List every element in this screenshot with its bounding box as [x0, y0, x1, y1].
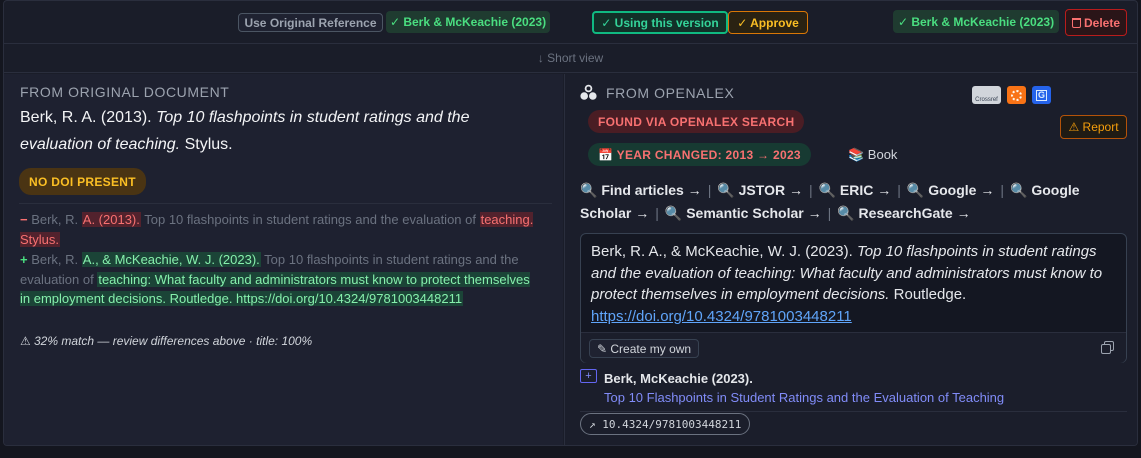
diff-text: Berk, R.: [27, 212, 82, 227]
original-section-title: FROM ORIGINAL DOCUMENT: [20, 84, 230, 100]
google-link[interactable]: 🔍 Google →: [907, 182, 994, 198]
trash-icon: [1071, 17, 1081, 28]
create-own-button[interactable]: ✎ Create my own: [589, 339, 700, 358]
diff-text: Berk, R.: [27, 252, 82, 267]
found-via-badge: FOUND VIA OPENALEX SEARCH: [588, 110, 805, 133]
divider: [19, 203, 552, 204]
link-separator: |: [707, 182, 712, 198]
use-original-button[interactable]: Use Original Reference: [238, 13, 383, 32]
report-button[interactable]: ⚠ Report: [1060, 115, 1127, 139]
reference-publisher: Routledge.: [889, 286, 967, 303]
version-chip-right[interactable]: ✓ Berk & McKeachie (2023): [893, 10, 1059, 33]
delete-label: Delete: [1083, 15, 1121, 30]
no-doi-badge: NO DOI PRESENT: [19, 168, 146, 195]
link-separator: |: [808, 182, 813, 198]
copy-icon[interactable]: [1101, 341, 1114, 354]
link-separator: |: [897, 182, 901, 198]
delete-button[interactable]: Delete: [1065, 9, 1127, 36]
openalex-source-icon[interactable]: [1007, 86, 1026, 104]
original-document-panel: FROM ORIGINAL DOCUMENT Berk, R. A. (2013…: [4, 74, 563, 445]
version-chip-left[interactable]: ✓ Berk & McKeachie (2023): [386, 11, 550, 33]
approve-button[interactable]: ✓ Approve: [728, 11, 808, 34]
diff-added-line: + Berk, R. A., & McKeachie, W. J. (2023)…: [20, 250, 540, 309]
openalex-dots-icon: [1011, 89, 1022, 101]
link-separator: |: [1000, 182, 1004, 198]
diff-removed-line: − Berk, R. A. (2013). Top 10 flashpoints…: [20, 210, 540, 249]
find-articles-link[interactable]: 🔍 Find articles →: [580, 182, 702, 198]
short-view-toggle[interactable]: ↓ Short view: [4, 43, 1137, 73]
original-citation-publisher: Stylus.: [180, 136, 233, 153]
reference-box-footer: ✎ Create my own: [581, 332, 1126, 363]
result-title-link[interactable]: Top 10 Flashpoints in Student Ratings an…: [604, 390, 1004, 405]
formatted-reference[interactable]: Berk, R. A., & McKeachie, W. J. (2023). …: [591, 241, 1121, 327]
diff-plus-marker: +: [20, 252, 28, 267]
using-version-button[interactable]: ✓ Using this version: [592, 11, 728, 34]
reference-toolbar: Use Original Reference ✓ Berk & McKeachi…: [4, 1, 1137, 43]
result-authors: Berk, McKeachie (2023).: [604, 371, 753, 386]
original-citation-author: Berk, R. A. (2013).: [20, 109, 157, 126]
doi-pill[interactable]: ↗ 10.4324/9781003448211: [580, 413, 751, 435]
crossref-source-icon[interactable]: Crossref: [972, 86, 1001, 104]
openalex-panel: FROM OPENALEX Crossref G ⚠ Report FOUND …: [564, 74, 1137, 445]
year-changed-badge: 📅 YEAR CHANGED: 2013 → 2023: [588, 143, 811, 166]
link-separator: |: [827, 205, 832, 221]
semantic-scholar-link[interactable]: 🔍 Semantic Scholar →: [665, 205, 822, 221]
reference-doi-link[interactable]: https://doi.org/10.4324/9781003448211: [591, 308, 852, 325]
reference-author: Berk, R. A., & McKeachie, W. J. (2023).: [591, 243, 857, 260]
openalex-logo-icon: [580, 84, 597, 100]
match-note: ⚠ 32% match — review differences above ·…: [20, 334, 313, 348]
diff-inserted-text: teaching: What faculty and administrator…: [20, 271, 530, 306]
diff-text: Top 10 flashpoints in student ratings an…: [140, 212, 480, 227]
crossref-label: Crossref: [975, 97, 998, 103]
jstor-link[interactable]: 🔍 JSTOR →: [717, 182, 803, 198]
diff-inserted-text: A., & McKeachie, W. J. (2023).: [81, 252, 261, 267]
reference-card: Use Original Reference ✓ Berk & McKeachi…: [3, 0, 1138, 446]
link-separator: |: [655, 205, 659, 221]
type-label: 📚 Book: [848, 147, 898, 162]
google-source-icon[interactable]: G: [1032, 86, 1051, 104]
eric-link[interactable]: 🔍 ERIC →: [819, 182, 892, 198]
diff-minus-marker: −: [20, 212, 28, 227]
diff-deleted-text: A. (2013).: [81, 212, 141, 227]
formatted-reference-box: Berk, R. A., & McKeachie, W. J. (2023). …: [580, 233, 1127, 363]
divider: [580, 411, 1127, 412]
add-result-icon[interactable]: +: [580, 369, 597, 383]
researchgate-link[interactable]: 🔍 ResearchGate →: [837, 205, 970, 221]
search-links: 🔍 Find articles → | 🔍 JSTOR → | 🔍 ERIC → | 🔍 G…: [580, 179, 1120, 225]
google-label: G: [1035, 89, 1047, 101]
openalex-section-title: FROM OPENALEX: [606, 85, 735, 101]
original-citation: Berk, R. A. (2013). Top 10 flashpoints i…: [20, 104, 540, 158]
